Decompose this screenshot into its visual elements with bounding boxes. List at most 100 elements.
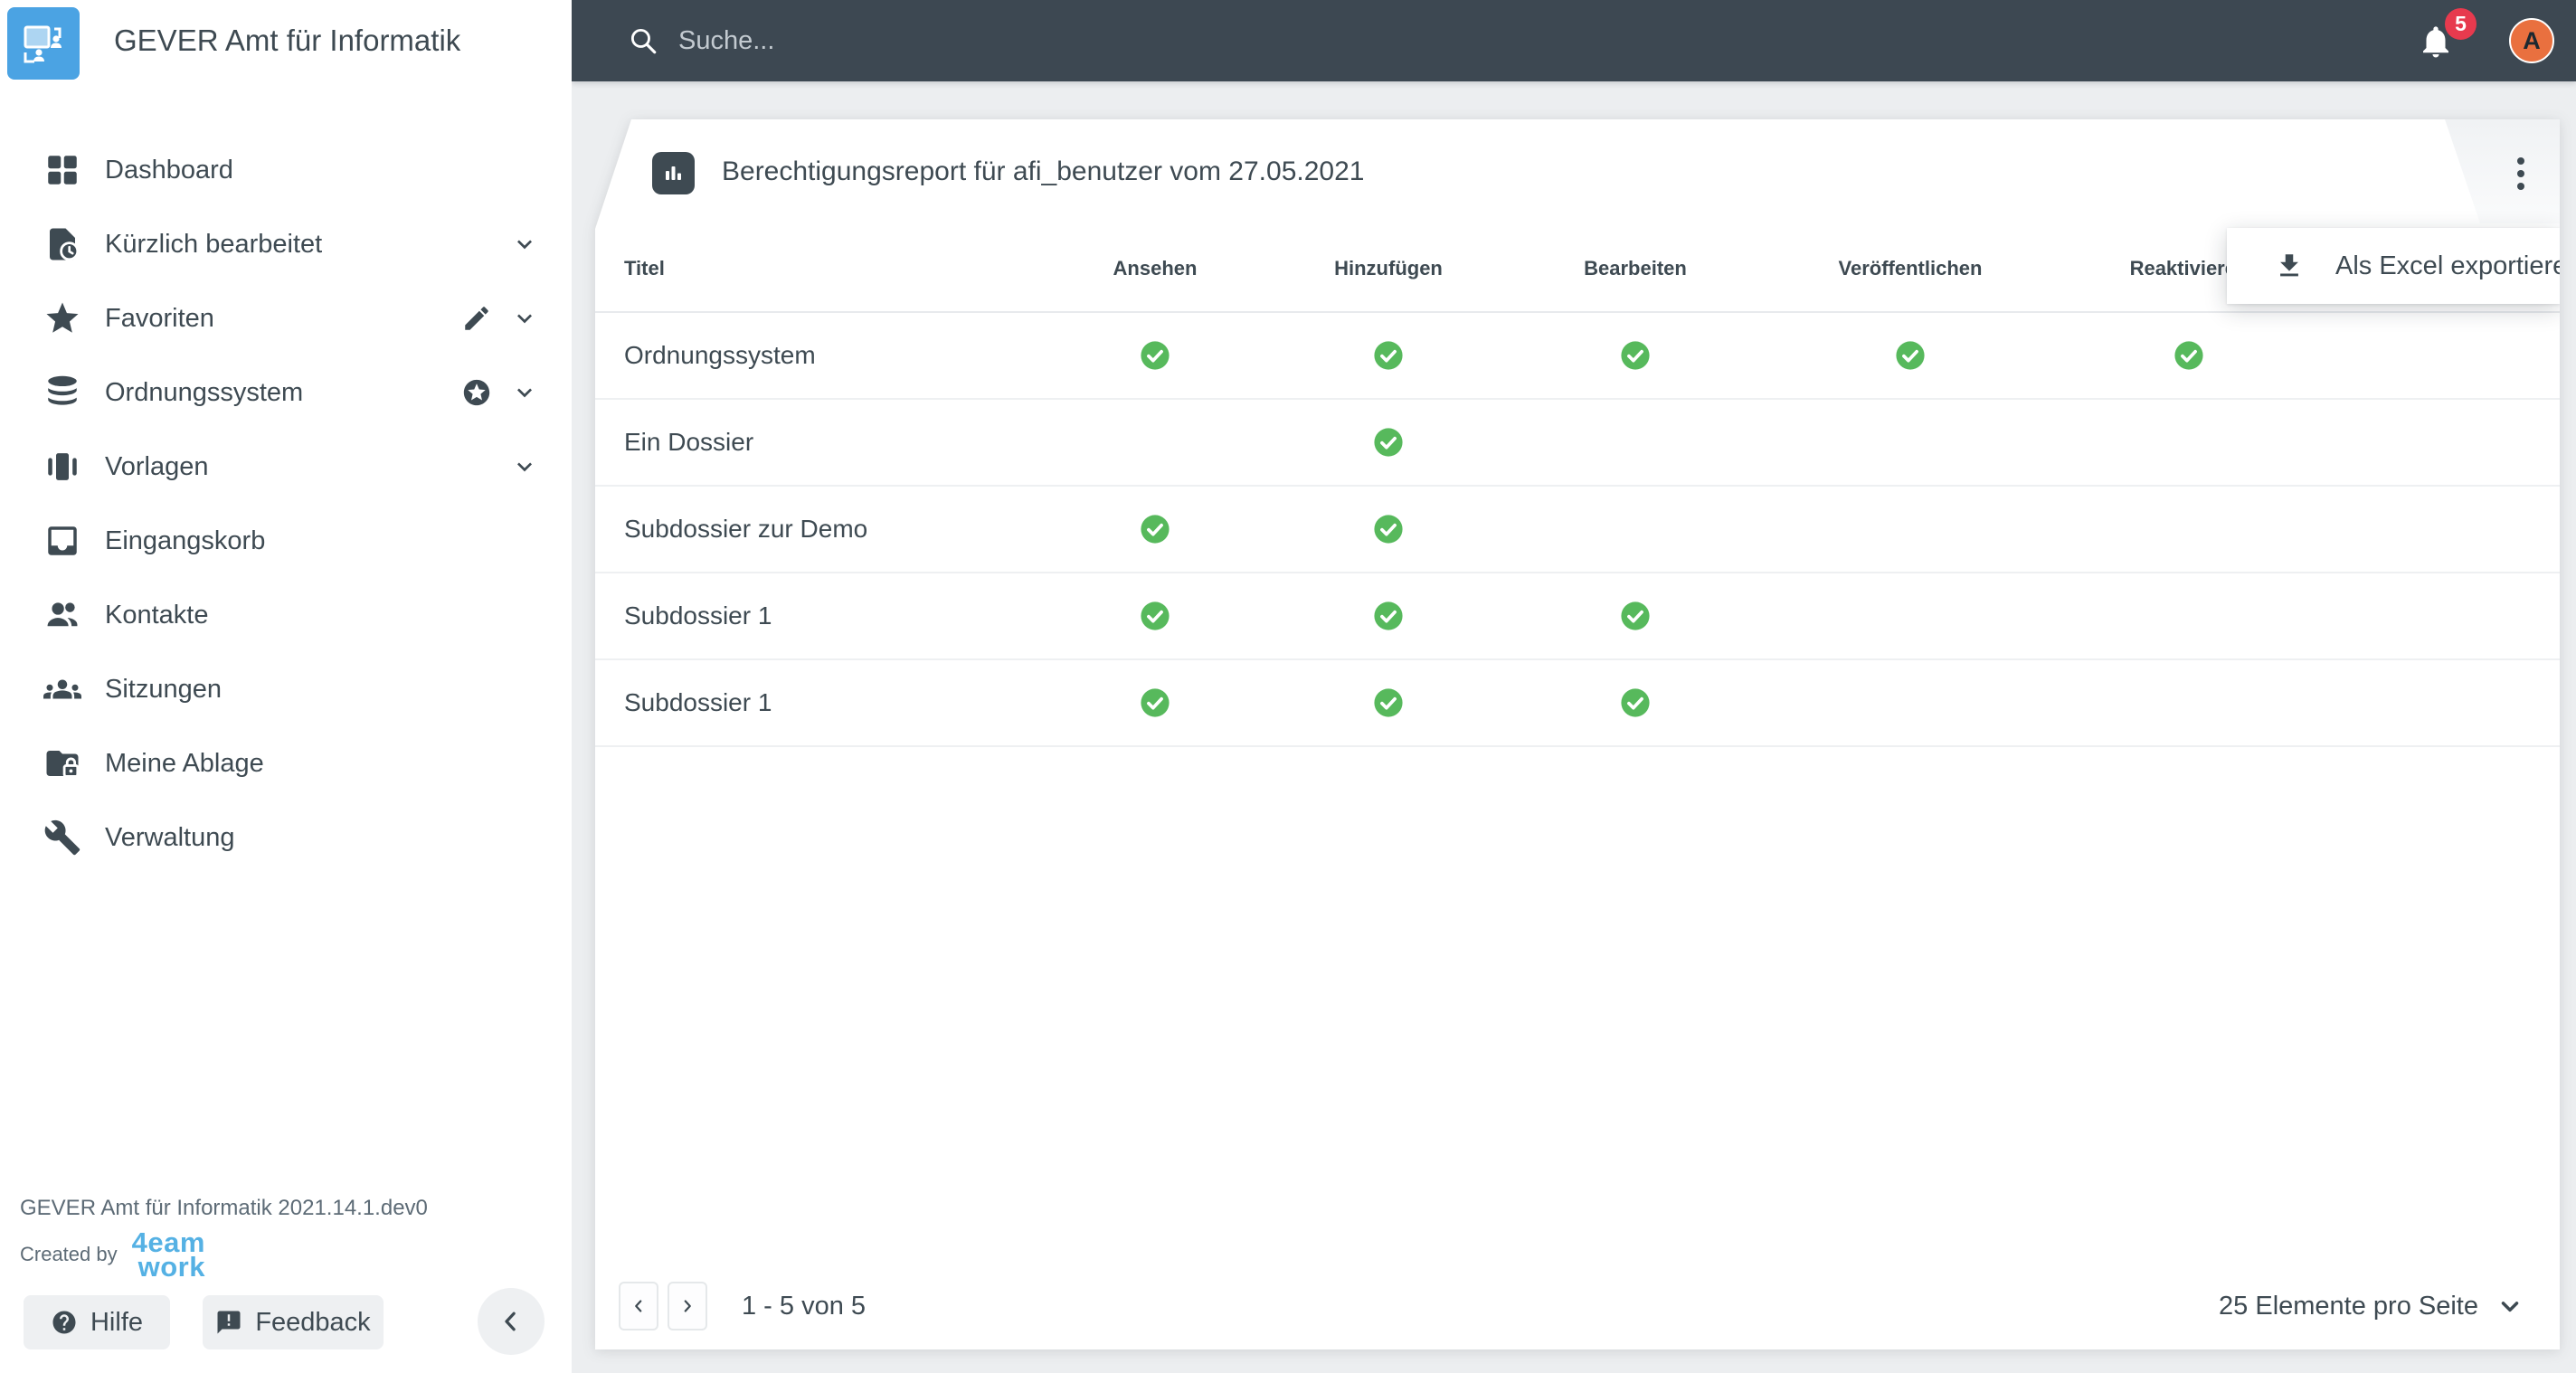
- column-header-veroeffentlichen: Veröffentlichen: [1838, 256, 1983, 279]
- sidebar-item-filing-system[interactable]: Ordnungssystem: [0, 355, 572, 430]
- table-row[interactable]: Subdossier 1: [595, 573, 2560, 660]
- star-icon: [43, 299, 81, 337]
- created-by-label: Created by: [20, 1243, 118, 1265]
- row-title: Subdossier 1: [624, 688, 772, 716]
- dashboard-grid-icon: [43, 151, 81, 189]
- search-icon: [630, 28, 657, 54]
- chevron-down-icon[interactable]: [510, 304, 539, 333]
- row-title: Subdossier 1: [624, 601, 772, 630]
- sidebar-item-label: Vorlagen: [105, 451, 209, 481]
- notification-count-badge: 5: [2445, 8, 2477, 40]
- star-circle-icon[interactable]: [461, 377, 492, 408]
- sidebar-item-favorites[interactable]: Favoriten: [0, 281, 572, 355]
- sidebar-item-label: Kontakte: [105, 600, 209, 630]
- check-icon: [1140, 687, 1170, 718]
- feedback-button-label: Feedback: [255, 1307, 371, 1337]
- collapse-sidebar-button[interactable]: [478, 1288, 545, 1355]
- next-page-button[interactable]: [668, 1282, 707, 1330]
- wrench-icon: [43, 819, 81, 857]
- check-icon: [1373, 514, 1404, 544]
- check-icon: [1140, 340, 1170, 371]
- bar-chart-icon: [652, 152, 695, 194]
- check-icon: [1373, 601, 1404, 631]
- sidebar: GEVER Amt für Informatik Dashboard Kürzl…: [0, 0, 572, 1373]
- check-icon: [1140, 514, 1170, 544]
- database-stack-icon: [43, 374, 81, 412]
- table-row[interactable]: Ordnungssystem: [595, 313, 2560, 400]
- sidebar-item-label: Eingangskorb: [105, 526, 266, 555]
- help-button[interactable]: Hilfe: [24, 1295, 170, 1349]
- sidebar-item-dashboard[interactable]: Dashboard: [0, 133, 572, 207]
- created-by: Created by 4eam work: [20, 1228, 205, 1281]
- sidebar-item-label: Verwaltung: [105, 822, 235, 852]
- sidebar-item-label: Ordnungssystem: [105, 377, 304, 407]
- download-icon: [2280, 254, 2298, 277]
- check-icon: [1140, 601, 1170, 631]
- chevron-down-icon[interactable]: [510, 230, 539, 259]
- main-content: Berechtigungsreport für afi_benutzer vom…: [572, 81, 2576, 1373]
- sidebar-item-label: Meine Ablage: [105, 748, 264, 778]
- chevron-right-icon: [684, 1300, 691, 1312]
- sidebar-item-contacts[interactable]: Kontakte: [0, 578, 572, 652]
- help-button-label: Hilfe: [90, 1307, 143, 1337]
- export-menu-item[interactable]: Als Excel exportieren: [2227, 228, 2560, 304]
- app-title: GEVER Amt für Informatik: [114, 24, 461, 57]
- sidebar-item-label: Kürzlich bearbeitet: [105, 229, 323, 259]
- previous-page-button[interactable]: [619, 1282, 658, 1330]
- group-icon: [43, 670, 81, 708]
- chevron-down-icon: [2501, 1302, 2519, 1312]
- check-icon: [1373, 340, 1404, 371]
- report-title: Berechtigungsreport für afi_benutzer vom…: [722, 156, 1365, 186]
- templates-icon: [43, 448, 81, 486]
- user-avatar[interactable]: A: [2509, 18, 2554, 63]
- sidebar-item-recently-edited[interactable]: Kürzlich bearbeitet: [0, 207, 572, 281]
- app-version-text: GEVER Amt für Informatik 2021.14.1.dev0: [20, 1196, 428, 1220]
- check-icon: [1373, 427, 1404, 458]
- chevron-down-icon[interactable]: [510, 452, 539, 481]
- sidebar-item-label: Favoriten: [105, 303, 214, 333]
- table-row[interactable]: Ein Dossier: [595, 400, 2560, 487]
- feedback-bubble-icon: [217, 1311, 241, 1334]
- column-header-hinzufuegen: Hinzufügen: [1334, 256, 1443, 279]
- sidebar-item-administration[interactable]: Verwaltung: [0, 800, 572, 875]
- chevron-left-icon: [505, 1311, 516, 1331]
- table-row[interactable]: Subdossier 1: [595, 660, 2560, 747]
- check-icon: [1620, 687, 1651, 718]
- sidebar-nav: Dashboard Kürzlich bearbeitet Favoriten: [0, 133, 572, 875]
- kebab-menu-button[interactable]: [2499, 152, 2543, 195]
- sidebar-item-templates[interactable]: Vorlagen: [0, 430, 572, 504]
- row-title: Ordnungssystem: [624, 341, 816, 369]
- page-size-label: 25 Elemente pro Seite: [2219, 1291, 2478, 1321]
- notifications-button[interactable]: 5: [2417, 8, 2477, 62]
- column-header-ansehen: Ansehen: [1113, 256, 1198, 279]
- feedback-button[interactable]: Feedback: [203, 1295, 384, 1349]
- sidebar-item-label: Dashboard: [105, 155, 233, 185]
- document-clock-icon: [43, 225, 81, 263]
- inbox-icon: [43, 522, 81, 560]
- pagination-range-label: 1 - 5 von 5: [742, 1291, 867, 1321]
- sidebar-item-my-repository[interactable]: Meine Ablage: [0, 726, 572, 800]
- table-row[interactable]: Subdossier zur Demo: [595, 487, 2560, 573]
- 4teamwork-logo[interactable]: 4eam work: [132, 1228, 205, 1281]
- column-header-titel: Titel: [624, 256, 665, 279]
- chevron-down-icon[interactable]: [510, 378, 539, 407]
- sidebar-header: GEVER Amt für Informatik: [0, 0, 572, 81]
- help-circle-icon: [52, 1311, 76, 1334]
- edit-pencil-icon[interactable]: [461, 303, 492, 334]
- check-icon: [2174, 340, 2204, 371]
- sidebar-item-inbox[interactable]: Eingangskorb: [0, 504, 572, 578]
- sidebar-item-label: Sitzungen: [105, 674, 222, 704]
- sidebar-item-meetings[interactable]: Sitzungen: [0, 652, 572, 726]
- app-logo-icon[interactable]: [7, 6, 80, 80]
- pagination-bar: 1 - 5 von 5 25 Elemente pro Seite: [595, 1263, 2560, 1349]
- column-header-bearbeiten: Bearbeiten: [1584, 256, 1687, 279]
- search-input[interactable]: [678, 25, 2417, 56]
- chevron-left-icon: [635, 1300, 642, 1312]
- page-size-select[interactable]: 25 Elemente pro Seite: [2219, 1292, 2524, 1321]
- row-title: Subdossier zur Demo: [624, 515, 868, 543]
- topbar: 5 A: [572, 0, 2576, 81]
- check-icon: [1895, 340, 1926, 371]
- report-card: Berechtigungsreport für afi_benutzer vom…: [595, 119, 2560, 1349]
- table-body: Ordnungssystem Ein Dossier Subdossier zu…: [595, 313, 2560, 747]
- row-title: Ein Dossier: [624, 428, 754, 456]
